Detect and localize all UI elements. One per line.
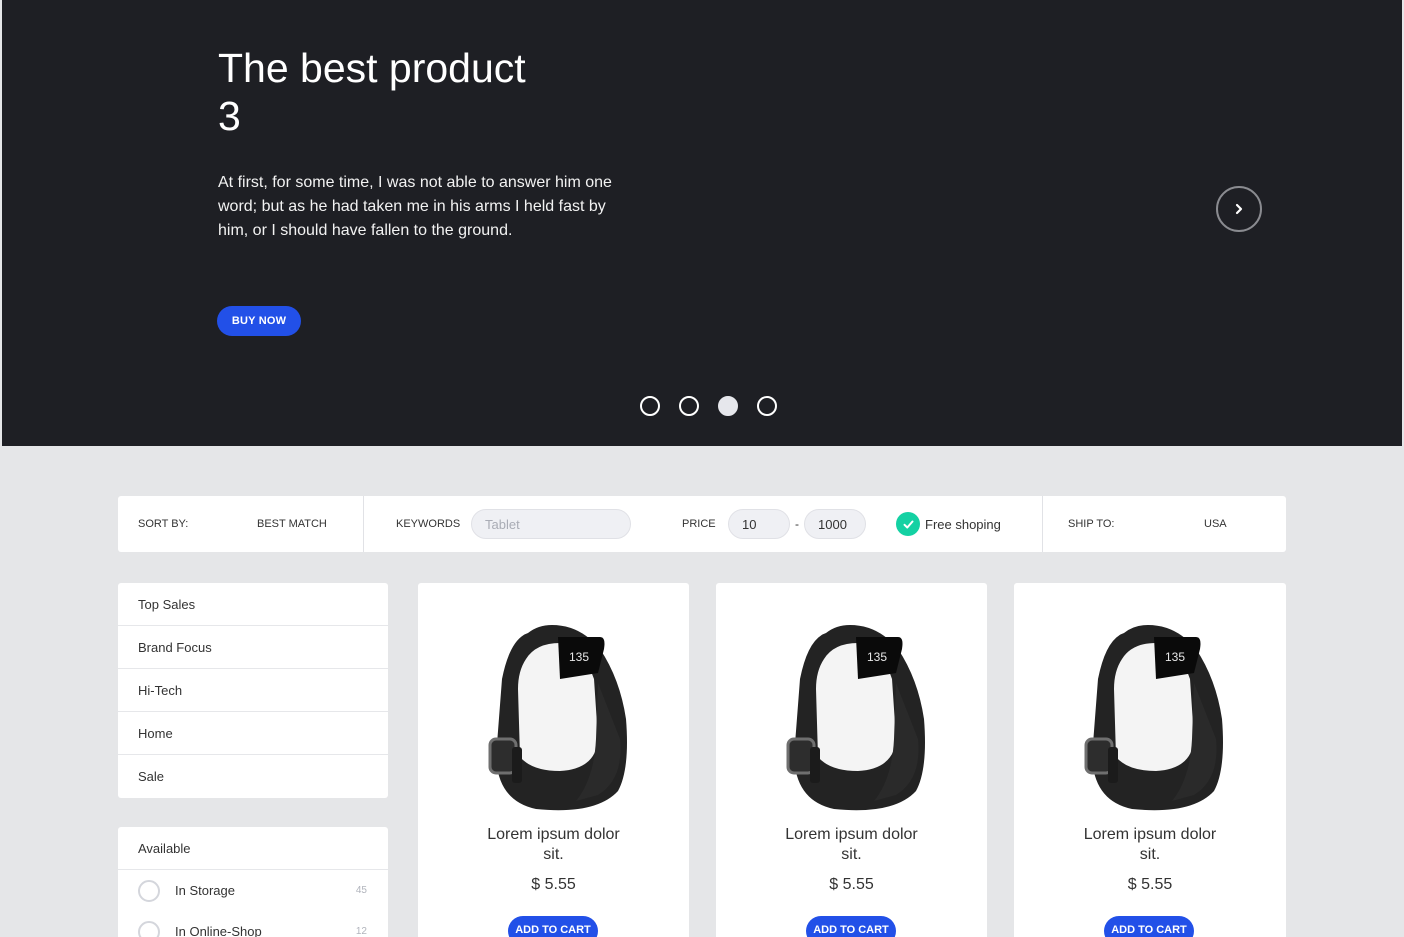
availability-title: Available <box>118 827 388 870</box>
product-price: $ 5.55 <box>1127 876 1173 893</box>
price-separator: - <box>795 517 799 531</box>
hero-description: At first, for some time, I was not able … <box>218 174 612 239</box>
product-name[interactable]: Lorem ipsum dolor sit. <box>418 825 689 865</box>
sort-select[interactable]: BEST MATCH <box>257 496 327 552</box>
watch-display-text: 135 <box>867 650 887 664</box>
product-name[interactable]: Lorem ipsum dolor sit. <box>716 825 987 865</box>
availability-option-label: In Online-Shop <box>175 924 262 937</box>
radio-button[interactable] <box>138 879 160 902</box>
availability-count: 12 <box>355 926 367 937</box>
availability-count: 45 <box>355 885 367 896</box>
fitness-tracker-image: 135 <box>786 625 925 811</box>
availability-option-label: In Storage <box>175 883 235 898</box>
availability-option[interactable]: In Storage 45 <box>118 870 388 911</box>
add-to-cart-label: ADD TO CART <box>515 924 591 936</box>
product-name[interactable]: Lorem ipsum dolor sit. <box>1014 825 1286 865</box>
availability-option[interactable]: In Online-Shop 12 <box>118 911 388 937</box>
add-to-cart-label: ADD TO CART <box>813 924 889 936</box>
price-min-input[interactable]: 10 <box>728 509 790 539</box>
next-slide-button[interactable] <box>1216 186 1262 232</box>
free-shipping-toggle[interactable]: Free shoping <box>896 496 1001 552</box>
product-card[interactable]: 135 Lorem ipsum dolor sit. $ 5.55 ADD TO… <box>418 583 689 937</box>
ship-to-select[interactable]: USA <box>1204 496 1227 552</box>
radio-button[interactable] <box>138 920 160 937</box>
price-max-input[interactable]: 1000 <box>804 509 866 539</box>
product-price: $ 5.55 <box>829 876 874 893</box>
watch-display-text: 135 <box>569 650 589 664</box>
free-shipping-label: Free shoping <box>925 516 1001 532</box>
product-card[interactable]: 135 Lorem ipsum dolor sit. $ 5.55 ADD TO… <box>716 583 987 937</box>
product-price: $ 5.55 <box>531 876 576 893</box>
category-item[interactable]: Hi-Tech <box>118 669 388 712</box>
category-item[interactable]: Home <box>118 712 388 755</box>
hero-title: The best product 3 <box>218 45 526 139</box>
ship-to-label: SHIP TO: <box>1068 518 1115 530</box>
hero-slider: The best product 3 At first, for some ti… <box>2 0 1402 446</box>
add-to-cart-button[interactable]: ADD TO CART <box>1104 916 1194 937</box>
keywords-label: KEYWORDS <box>396 518 461 530</box>
category-item[interactable]: Sale <box>118 755 388 798</box>
divider <box>1042 496 1043 552</box>
add-to-cart-label: ADD TO CART <box>1111 924 1187 936</box>
add-to-cart-button[interactable]: ADD TO CART <box>508 916 598 937</box>
fitness-tracker-image: 135 <box>488 625 627 811</box>
slide-dot-2[interactable] <box>679 396 699 416</box>
price-label: PRICE <box>682 518 716 530</box>
product-card[interactable]: 135 Lorem ipsum dolor sit. $ 5.55 ADD TO… <box>1014 583 1286 937</box>
filter-bar: SORT BY: BEST MATCH KEYWORDS Tablet PRIC… <box>118 496 1286 552</box>
keywords-input[interactable]: Tablet <box>471 509 631 539</box>
slide-dot-4[interactable] <box>757 396 777 416</box>
category-item[interactable]: Top Sales <box>118 583 388 626</box>
fitness-tracker-image: 135 <box>1084 625 1223 811</box>
sort-label: SORT BY: <box>138 518 189 530</box>
slide-dot-3[interactable] <box>718 396 738 416</box>
chevron-right-icon <box>1235 203 1243 215</box>
divider <box>363 496 364 552</box>
availability-filter: Available In Storage 45 In Online-Shop 1… <box>118 827 388 937</box>
category-list: Top Sales Brand Focus Hi-Tech Home Sale <box>118 583 388 798</box>
slide-indicators <box>640 396 777 416</box>
checkmark-icon <box>896 512 920 536</box>
watch-display-text: 135 <box>1165 650 1185 664</box>
slide-dot-1[interactable] <box>640 396 660 416</box>
buy-now-button[interactable]: BUY NOW <box>217 306 301 336</box>
add-to-cart-button[interactable]: ADD TO CART <box>806 916 896 937</box>
category-item[interactable]: Brand Focus <box>118 626 388 669</box>
